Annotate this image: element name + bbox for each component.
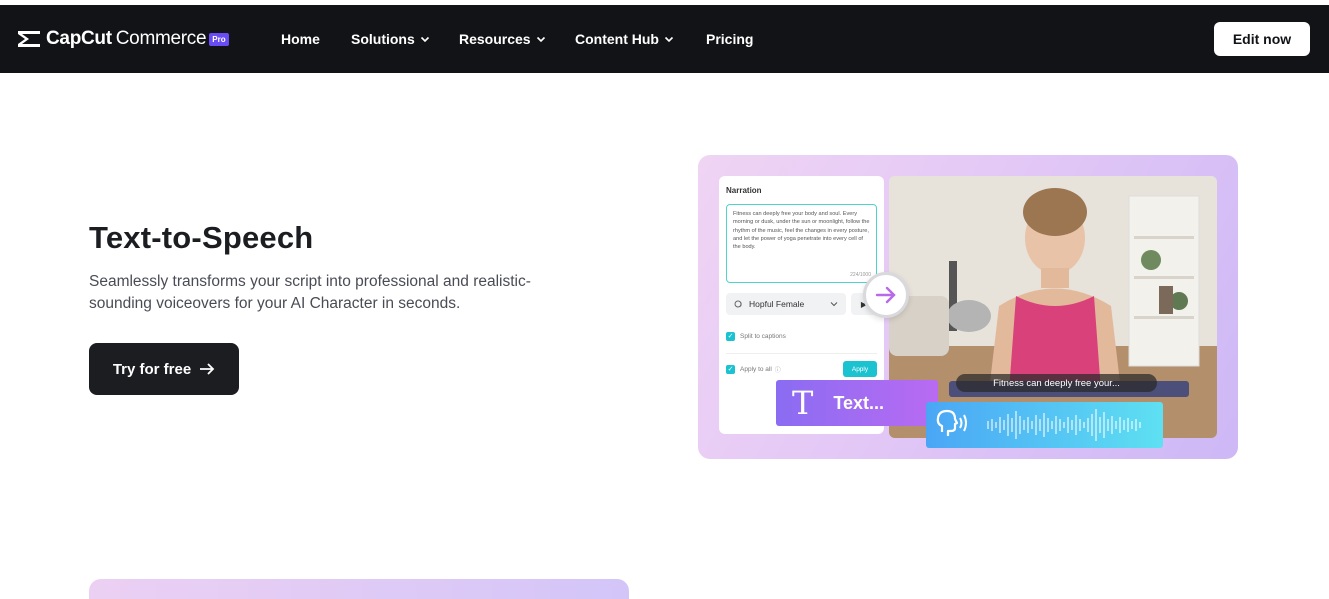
next-section-card [89,579,629,599]
voice-icon [734,300,742,307]
convert-arrow-icon [863,272,909,318]
try-for-free-button[interactable]: Try for free [89,343,239,395]
apply-button: Apply [843,361,877,377]
char-count: 224/1000 [850,271,871,278]
narration-textarea: Fitness can deeply free your body and so… [726,204,877,283]
nav-solutions[interactable]: Solutions [351,29,430,49]
text-icon: T [792,384,814,422]
text-chip: T Text... [776,380,938,426]
chevron-down-icon [536,36,545,43]
nav-pricing-label: Pricing [706,31,754,47]
chevron-down-icon [664,36,674,43]
hero-illustration: Narration Fitness can deeply free your b… [698,155,1238,459]
apply-all-option: ✓ Apply to all ⓘ [726,365,781,374]
narration-title: Narration [726,186,762,195]
nav-resources[interactable]: Resources [459,29,546,49]
chevron-down-icon [420,36,429,43]
narration-text: Fitness can deeply free your body and so… [733,211,870,251]
capcut-logo-icon [18,31,40,47]
audio-chip [926,402,1163,448]
nav-pricing[interactable]: Pricing [706,29,753,49]
hero-description: Seamlessly transforms your script into p… [89,273,531,312]
audio-waveform [936,409,1141,441]
divider [726,353,877,354]
woman-photo [889,176,1217,438]
text-chip-label: Text... [833,392,885,413]
photo-scene [889,176,1217,438]
checkbox-checked-icon: ✓ [726,332,735,341]
pro-badge: Pro [209,32,229,46]
brand-logo[interactable]: CapCut Commerce Pro [16,27,229,51]
chevron-down-icon [830,302,838,307]
info-icon: ⓘ [774,368,781,374]
nav-solutions-label: Solutions [351,31,415,47]
arrow-right-icon [200,363,215,375]
voice-name: Hopful Female [749,299,805,309]
brand-name: CapCut [46,28,112,49]
nav-home-label: Home [281,31,320,47]
nav-resources-label: Resources [459,31,531,47]
nav-home[interactable]: Home [281,29,320,49]
apply-all-label: Apply to all [740,366,772,373]
voice-select: Hopful Female [726,293,846,315]
try-for-free-label: Try for free [112,360,192,378]
speaking-head-icon [936,409,967,436]
brand-product: Commerce [115,28,207,49]
top-navbar: CapCut Commerce Pro Home Solutions Resou… [0,5,1329,73]
nav-content-hub-label: Content Hub [575,31,659,47]
caption-overlay: Fitness can deeply free your... [956,374,1157,392]
nav-content-hub[interactable]: Content Hub [575,29,674,49]
split-captions-option: ✓ Split to captions [726,332,786,341]
page-title: Text-to-Speech [89,220,314,255]
split-captions-label: Split to captions [740,333,786,340]
checkbox-checked-icon: ✓ [726,365,735,374]
edit-now-button[interactable]: Edit now [1214,22,1310,56]
